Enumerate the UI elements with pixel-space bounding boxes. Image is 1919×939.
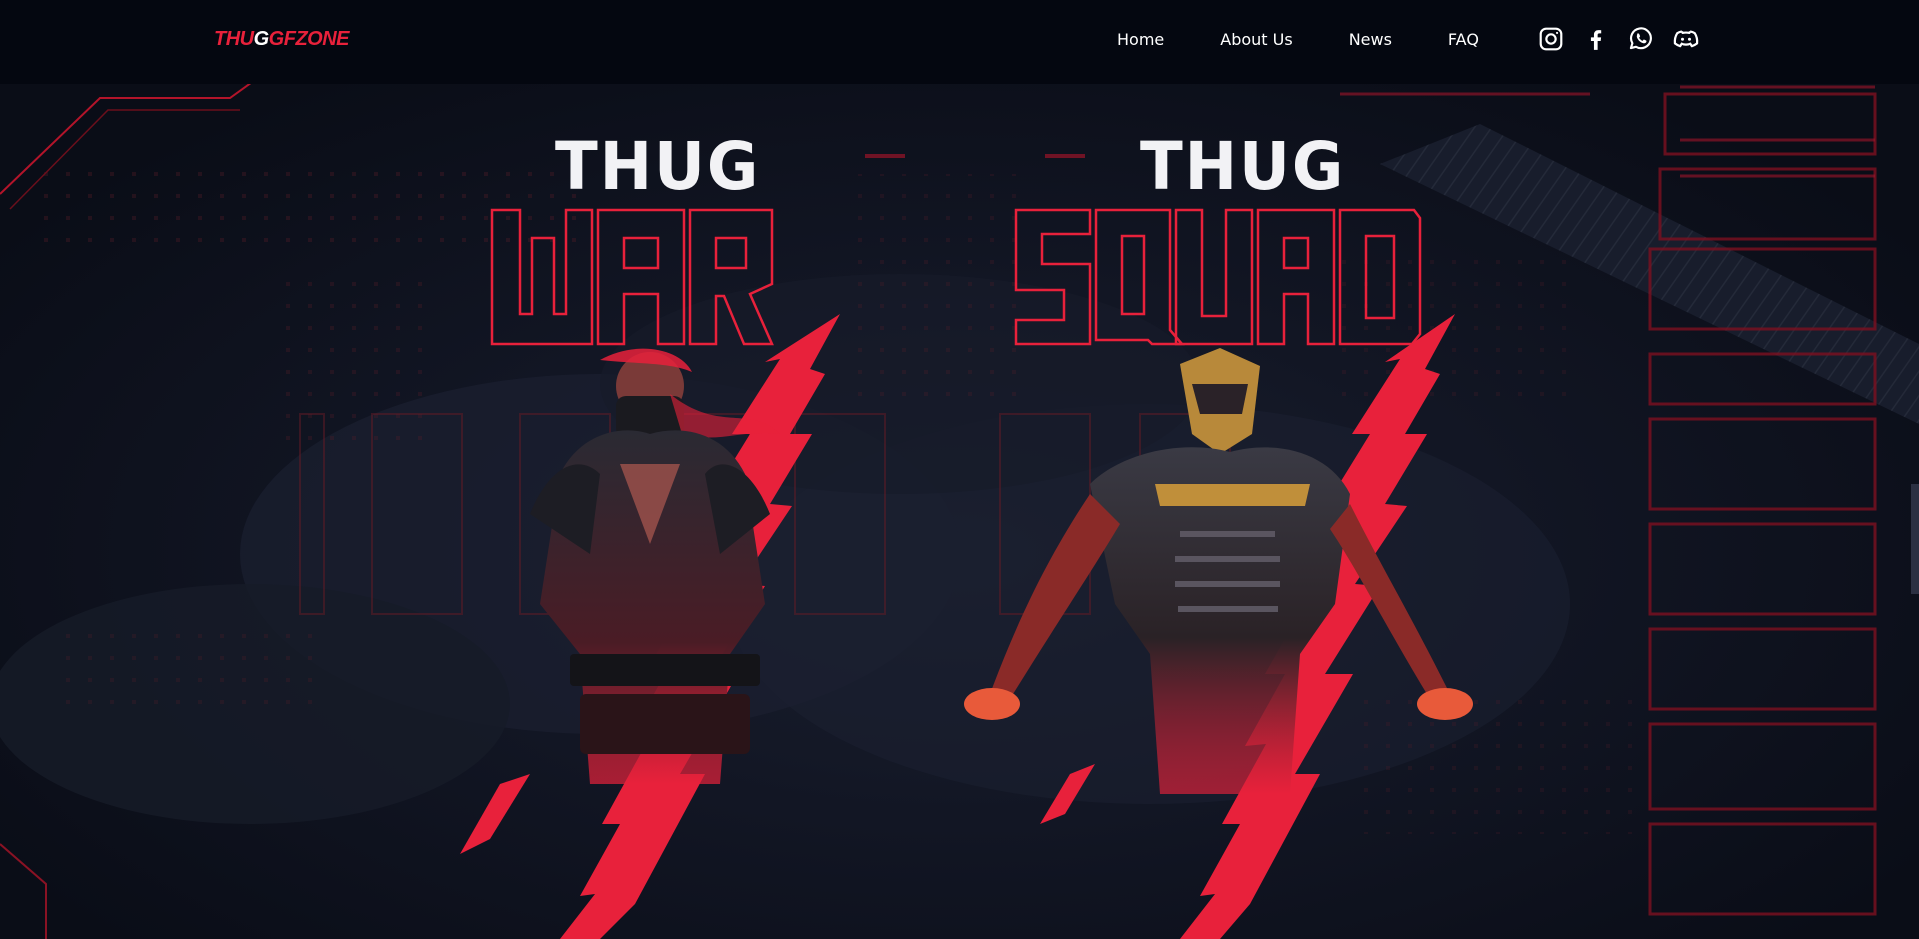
main-nav: Home About Us News FAQ (1117, 27, 1479, 53)
card-thug-squad-artwork (964, 208, 1473, 939)
navbar: THU G GFZ ONE Home About Us News FAQ (0, 0, 1919, 84)
nav-about-us[interactable]: About Us (1220, 27, 1292, 53)
logo-part-3: GFZ (268, 27, 308, 50)
hero-section: THUG THUG (0, 84, 1919, 939)
instagram-icon[interactable] (1536, 24, 1565, 53)
nav-home[interactable]: Home (1117, 27, 1164, 53)
social-links (1536, 24, 1700, 53)
brand-logo[interactable]: THU G GFZ ONE (214, 26, 350, 52)
logo-part-2: G (253, 27, 270, 50)
card-thug-war[interactable]: THUG (420, 134, 860, 939)
squad-outline-letters (1014, 208, 1422, 346)
facebook-icon[interactable] (1581, 24, 1610, 53)
logo-part-4: ONE (307, 27, 350, 50)
whatsapp-icon[interactable] (1626, 24, 1655, 53)
war-outline-letters (490, 208, 774, 346)
card-thug-squad[interactable]: THUG (930, 134, 1500, 939)
discord-icon[interactable] (1671, 24, 1700, 53)
nav-faq[interactable]: FAQ (1448, 27, 1479, 53)
logo-part-1: THU (214, 27, 254, 50)
nav-news[interactable]: News (1349, 27, 1392, 53)
card-thug-war-artwork (460, 208, 840, 939)
